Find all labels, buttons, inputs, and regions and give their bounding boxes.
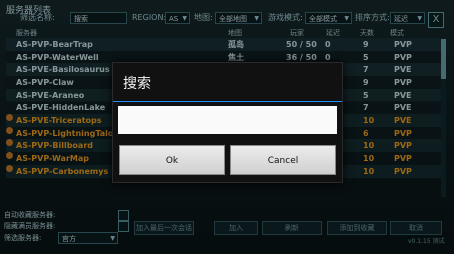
dialog-cancel-button[interactable]: Cancel	[230, 145, 336, 175]
search-dialog: 搜索 Ok Cancel	[112, 62, 343, 183]
dialog-title: 搜索	[123, 76, 151, 92]
ok-button[interactable]: Ok	[119, 145, 225, 175]
search-input[interactable]	[118, 106, 337, 134]
dialog-divider	[113, 101, 342, 102]
